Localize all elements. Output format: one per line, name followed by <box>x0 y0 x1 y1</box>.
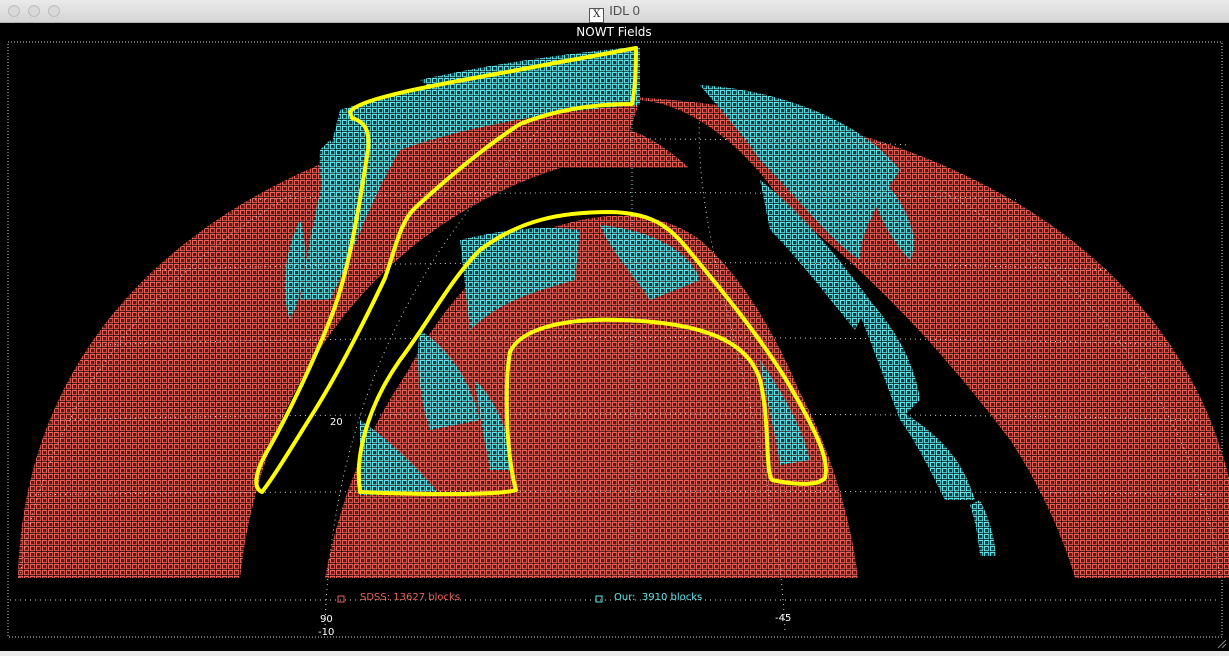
plot-title: NOWT Fields <box>576 25 651 39</box>
window-title-text: IDL 0 <box>609 3 640 18</box>
sdss-legend-swatch <box>337 595 345 603</box>
ours-legend-swatch <box>595 595 603 603</box>
ra-label-90: 90 <box>320 614 333 625</box>
resize-grip-icon[interactable] <box>1215 637 1227 649</box>
ra-label-minus45: -45 <box>775 613 791 624</box>
sky-map: NOWT Fields 20 90 -10 -45 SDSS: 13627 bl… <box>7 25 1229 638</box>
dec-label-minus10: -10 <box>318 627 334 638</box>
window-titlebar: X IDL 0 <box>0 0 1229 23</box>
plot-canvas[interactable]: NOWT Fields 20 90 -10 -45 SDSS: 13627 bl… <box>0 23 1229 651</box>
window-title: X IDL 0 <box>0 0 1229 23</box>
ours-legend-label: Our: 3910 blocks <box>614 592 702 603</box>
x11-icon: X <box>589 8 605 23</box>
sdss-legend-label: SDSS: 13627 blocks <box>360 592 460 603</box>
dec-label-20: 20 <box>330 417 343 428</box>
